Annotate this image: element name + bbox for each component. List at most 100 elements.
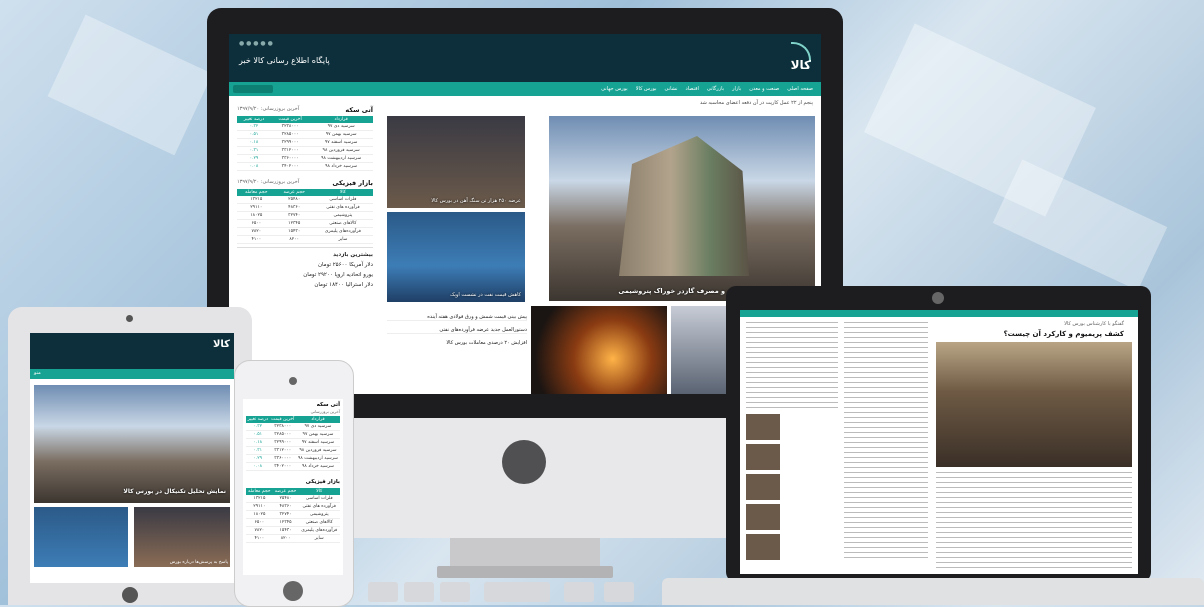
menu-button[interactable]: منو [34, 370, 41, 376]
table-row[interactable]: ۰.۲۹ ۳۳۶۰۰۰۰ سرسید اردیبهشت ۹۸ [246, 454, 340, 463]
laptop-nav-bar [740, 310, 1138, 317]
phone-market-table: درصد تغییر آخرین قیمت قرارداد ۰.۳۲ ۳۲۳۸۰۰… [246, 416, 340, 471]
nav-item[interactable]: اقتصاد [685, 86, 698, 92]
table-row[interactable]: ۴۱۰۰ ۸۲۰۰ سایر [246, 534, 340, 543]
table-row[interactable]: ۰.۳۱ ۳۳۱۲۰۰۰ سرسید فروردین ۹۸ [237, 146, 373, 155]
table-cell: ۳۲۷۴۰ [272, 510, 299, 519]
home-button[interactable] [283, 581, 303, 601]
table-row[interactable]: ۷۸۲۰ ۱۵۴۳۰ فرآورده‌های پلیمری [246, 526, 340, 535]
table-cell: ۰.۵۱ [246, 430, 270, 439]
table-row[interactable]: ۰.۳۱ ۳۳۱۲۰۰۰ سرسید فروردین ۹۸ [246, 446, 340, 455]
table-cell: ۰.۰۸ [246, 462, 270, 471]
table-row[interactable]: ۰.۲۹ ۳۳۶۰۰۰۰ سرسید اردیبهشت ۹۸ [237, 154, 373, 163]
table-cell: ۱۵۴۳۰ [272, 526, 299, 535]
table-row[interactable]: ۰.۱۸ ۳۲۹۹۰۰۰ سرسید اسفند ۹۷ [237, 138, 373, 147]
table-row[interactable]: ۰.۱۸ ۳۲۹۹۰۰۰ سرسید اسفند ۹۷ [246, 438, 340, 447]
col-header: کالا [312, 189, 373, 196]
table-row[interactable]: ۲۹۱۱۰ ۴۸۳۶۰ فرآورده های نفتی [237, 203, 373, 212]
table-row[interactable]: ۱۸۰۲۵ ۳۲۷۴۰ پتروشیمی [246, 510, 340, 519]
news-item[interactable]: دستورالعمل جدید عرضه فرآورده‌های نفتی [387, 327, 527, 334]
news-list: پیش بینی قیمت شمش و ورق فولادی هفته آیند… [387, 308, 527, 352]
table-row[interactable]: ۰.۳۲ ۳۲۳۸۰۰۰ سرسید دی ۹۷ [237, 123, 373, 131]
site-logo[interactable]: کالا [777, 42, 811, 72]
table-cell: کالاهای صنعتی [312, 219, 373, 228]
ticker-item[interactable]: دلار آمریکا ۲۵۶۰۰ تومان [237, 262, 373, 268]
news-item[interactable]: افزایش ۲۰ درصدی معاملات بورس کالا [387, 340, 527, 346]
news-thumb[interactable] [531, 306, 667, 394]
table-cell: سرسید اردیبهشت ۹۸ [295, 454, 340, 463]
nav-item[interactable]: بازار [732, 86, 741, 92]
col-header: قرارداد [295, 416, 340, 423]
table-cell: ۶۵۰۰ [237, 219, 276, 228]
laptop-headline[interactable]: کشف پریمیوم و کارکرد آن چیست؟ [1004, 330, 1124, 338]
table-cell: سرسید بهمن ۹۷ [309, 130, 373, 139]
header-topline: ● ● ● ● ● [239, 40, 273, 47]
apple-logo-icon [502, 440, 546, 484]
nav-item[interactable]: بورس کالا [636, 86, 657, 92]
sidebar-list [844, 322, 928, 562]
market-phys-table: حجم معامله حجم عرضه کالا ۱۳۲۱۵ ۲۵۴۸۰ فلزات… [237, 189, 373, 244]
table-row[interactable]: ۰.۰۸ ۳۴۰۲۰۰۰ سرسید خرداد ۹۸ [237, 162, 373, 171]
table-cell: ۴۱۰۰ [237, 235, 276, 244]
table-cell: ۴۸۳۶۰ [272, 502, 299, 511]
table-row[interactable]: ۷۸۲۰ ۱۵۴۳۰ فرآورده‌های پلیمری [237, 227, 373, 236]
news-thumb[interactable]: عرضه ۲۵۰ هزار تن سنگ آهن در بورس کالا [387, 116, 525, 208]
keyboard-key [484, 582, 550, 602]
keyboard-key [564, 582, 594, 602]
keyboard-key [604, 582, 634, 602]
phone-phys-title: بازار فیزیکی [305, 479, 340, 485]
nav-item[interactable]: صنعت و معدن [749, 86, 779, 92]
table-row[interactable]: ۴۱۰۰ ۸۲۰۰ سایر [237, 235, 373, 244]
table-row[interactable]: ۰.۳۲ ۳۲۳۸۰۰۰ سرسید دی ۹۷ [246, 423, 340, 431]
table-cell: سرسید بهمن ۹۷ [295, 430, 340, 439]
phone-market-title: آتی سکه [316, 402, 340, 408]
ticker-item[interactable]: دلار استرالیا ۱۸۴۰۰ تومان [237, 282, 373, 288]
table-cell: سرسید اسفند ۹۷ [295, 438, 340, 447]
table-cell: فرآورده های نفتی [312, 203, 373, 212]
table-row[interactable]: ۰.۵۱ ۳۲۸۵۰۰۰ سرسید بهمن ۹۷ [246, 430, 340, 439]
tablet-logo[interactable]: کالا [213, 339, 230, 350]
ticker-item[interactable]: یورو اتحادیه اروپا ۲۹۲۰۰ تومان [237, 272, 373, 278]
tablet-thumb[interactable] [34, 507, 128, 567]
nav-item[interactable]: نشانی [665, 86, 678, 92]
nav-item[interactable]: صفحه اصلی [787, 86, 813, 92]
table-row[interactable]: ۱۳۲۱۵ ۲۵۴۸۰ فلزات اساسی [237, 196, 373, 204]
phone: آتی سکه آخرین بروزرسانی درصد تغییر آخرین… [234, 360, 354, 607]
laptop-kicker: گفتگو با کارشناس بورس کالا [1064, 321, 1124, 327]
table-cell: ۸۲۰۰ [272, 534, 299, 543]
table-cell: سرسید خرداد ۹۸ [295, 462, 340, 471]
news-thumb[interactable]: کاهش قیمت نفت در نشست اوپک [387, 212, 525, 302]
tablet-thumb[interactable]: پاسخ به پرسش‌ها درباره بورس [134, 507, 230, 567]
table-row[interactable]: ۶۵۰۰ ۱۲۳۴۵ کالاهای صنعتی [237, 219, 373, 228]
nav-item[interactable]: بورس جهانی [601, 86, 628, 92]
table-row[interactable]: ۱۸۰۲۵ ۳۲۷۴۰ پتروشیمی [237, 211, 373, 220]
table-row[interactable]: ۰.۰۸ ۳۴۰۲۰۰۰ سرسید خرداد ۹۸ [246, 462, 340, 471]
monitor-base [437, 566, 613, 578]
tablet-thumb-caption: پاسخ به پرسش‌ها درباره بورس [169, 560, 228, 565]
table-cell: ۰.۳۱ [237, 146, 272, 155]
table-cell: ۰.۵۱ [237, 130, 272, 139]
sidebar-list [746, 322, 838, 410]
market-fe-updated: آخرین بروزرسانی: ۱۳۹۷/۹/۲۰ [237, 106, 300, 112]
main-nav: بورس جهانی بورس کالا نشانی اقتصاد بازرگا… [229, 82, 821, 96]
table-cell: ۰.۱۸ [237, 138, 272, 147]
tablet-hero[interactable]: نمایش تحلیل تکنیکال در بورس کالا [34, 385, 230, 503]
col-header: قرارداد [309, 116, 373, 123]
table-row[interactable]: ۱۳۲۱۵ ۲۵۴۸۰ فلزات اساسی [246, 495, 340, 503]
table-row[interactable]: ۲۹۱۱۰ ۴۸۳۶۰ فرآورده های نفتی [246, 502, 340, 511]
search-input[interactable] [233, 85, 273, 93]
news-item[interactable]: پیش بینی قیمت شمش و ورق فولادی هفته آیند… [387, 314, 527, 321]
table-row[interactable]: ۶۵۰۰ ۱۲۳۴۵ کالاهای صنعتی [246, 518, 340, 527]
table-cell: ۰.۱۸ [246, 438, 270, 447]
table-cell: ۶۵۰۰ [246, 518, 273, 527]
market-fe-title[interactable]: آتی سکه [345, 106, 373, 114]
table-cell: سایر [312, 235, 373, 244]
market-fe-header: آخرین بروزرسانی: ۱۳۹۷/۹/۲۰ آتی سکه [237, 106, 373, 114]
hero-image[interactable]: افزایش ظرفیت پالایشگاه و مصرف گازدر خورا… [549, 116, 815, 301]
home-button[interactable] [122, 587, 138, 603]
table-row[interactable]: ۰.۵۱ ۳۲۸۵۰۰۰ سرسید بهمن ۹۷ [237, 130, 373, 139]
nav-item[interactable]: بازرگانی [707, 86, 724, 92]
col-header: حجم معامله [246, 488, 273, 495]
table-cell: ۳۳۱۲۰۰۰ [271, 146, 310, 155]
market-phys-title[interactable]: بازار فیزیکی [332, 179, 373, 187]
